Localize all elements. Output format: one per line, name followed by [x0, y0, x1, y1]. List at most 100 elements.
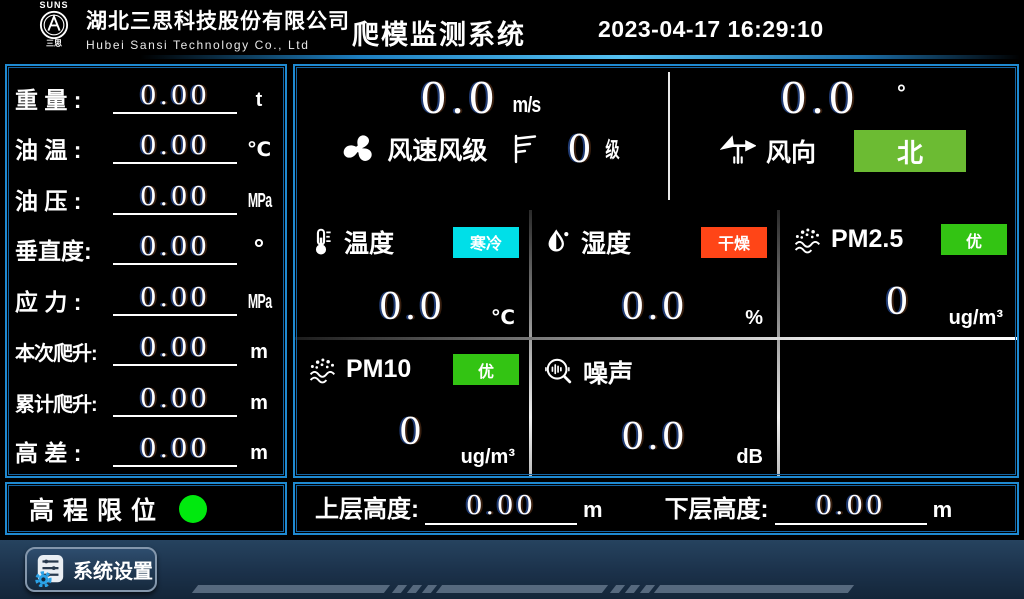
logo-text-bottom: 三思: [26, 40, 82, 48]
particles-icon: [307, 356, 337, 384]
noise-meter-icon: [544, 357, 574, 387]
company-block: 湖北三思科技股份有限公司 Hubei Sansi Technology Co.,…: [86, 5, 350, 52]
upper-height-label: 上层高度:: [315, 498, 419, 525]
wind-level-unit: 级: [605, 134, 619, 164]
company-name-cn: 湖北三思科技股份有限公司: [86, 5, 350, 35]
wind-vane-icon: [720, 134, 756, 168]
upper-height-value: 0.00: [425, 493, 577, 525]
sensor-unit: ℃: [491, 305, 515, 330]
metric-value: 0.00: [113, 83, 237, 114]
wind-direction-value: 0.0: [780, 78, 859, 120]
metric-row-height-diff: 高 差 : 0.00 m: [15, 424, 277, 475]
layer-heights-box: 上层高度: 0.00 m 下层高度: 0.00 m: [293, 482, 1019, 535]
sensor-label: 湿度: [581, 224, 631, 260]
elevation-limit-label: 高程限位: [29, 491, 165, 527]
metric-value: 0.00: [113, 184, 237, 215]
sensor-unit: %: [745, 307, 763, 330]
header-divider: [140, 55, 1020, 59]
metric-unit: MPa: [248, 191, 270, 215]
settings-button-label: 系统设置: [73, 555, 153, 584]
metric-value: 0.00: [113, 133, 237, 164]
lower-height-value: 0.00: [775, 493, 927, 525]
page-title: 爬模监测系统: [352, 13, 526, 52]
metric-unit: t: [241, 90, 277, 114]
sensor-card-empty: [780, 340, 1017, 476]
sensor-card-pm25: PM2.5 优 0 ug/m³: [780, 210, 1017, 337]
sliders-gear-icon: [34, 553, 66, 587]
environment-panel: 0.0 m/s 风速风级: [293, 64, 1019, 478]
sensor-card-pm10: PM10 优 0 ug/m³: [295, 340, 529, 476]
settings-button[interactable]: 系统设置: [25, 547, 157, 592]
metric-row-total-climb: 累计爬升: 0.00 m: [15, 373, 277, 424]
metric-value: 0.00: [113, 285, 237, 316]
metric-unit: m: [241, 443, 277, 467]
metric-label: 本次爬升:: [15, 344, 109, 366]
status-badge: 优: [941, 224, 1007, 255]
metric-label: 油 温 :: [15, 139, 109, 164]
metric-value: 0.00: [113, 436, 237, 467]
droplet-icon: [544, 227, 572, 257]
metric-unit: °: [241, 235, 277, 265]
wind-direction-unit: °: [897, 80, 906, 106]
metric-value: 0.00: [113, 386, 237, 417]
metric-label: 高 差 :: [15, 442, 109, 467]
wind-speed-section: 0.0 m/s 风速风级: [295, 66, 669, 210]
wind-direction-label: 风向: [766, 133, 816, 169]
metric-row-oil-temp: 油 温 : 0.00 ℃: [15, 121, 277, 172]
sensor-label: PM2.5: [831, 225, 903, 254]
wind-level-value: 0: [567, 130, 591, 168]
wind-row: 0.0 m/s 风速风级: [295, 66, 1017, 210]
metric-unit: MPa: [248, 292, 270, 316]
elevation-limit-indicator: [179, 495, 207, 523]
metric-unit: m: [241, 393, 277, 417]
metric-unit: ℃: [241, 140, 277, 164]
wind-speed-unit: m/s: [512, 92, 540, 118]
sensor-card-noise: 噪声 0.0 dB: [532, 340, 777, 476]
wind-section-divider: [668, 72, 670, 200]
upper-height-unit: m: [583, 499, 603, 525]
sensor-value: 0.0: [532, 290, 777, 326]
elevation-limit-box: 高程限位: [5, 482, 287, 535]
upper-height-group: 上层高度: 0.00 m: [315, 493, 603, 525]
logo-text-top: SUNS: [26, 1, 82, 10]
thermometer-icon: [307, 227, 335, 257]
sensor-card-humidity: 湿度 干燥 0.0 %: [532, 210, 777, 337]
lower-height-label: 下层高度:: [665, 498, 769, 525]
wind-direction-section: 0.0 ° 风向 北: [669, 66, 1017, 210]
metric-label: 油 压 :: [15, 190, 109, 215]
company-name-en: Hubei Sansi Technology Co., Ltd: [86, 38, 350, 52]
header: SUNS 三思 湖北三思科技股份有限公司 Hubei Sansi Technol…: [0, 0, 1024, 56]
sensor-label: PM10: [346, 355, 411, 384]
sensor-unit: ug/m³: [949, 307, 1003, 330]
wind-direction-badge: 北: [854, 130, 966, 172]
wind-speed-value: 0.0: [420, 78, 499, 120]
sensor-unit: ug/m³: [461, 446, 515, 469]
fan-icon: [341, 131, 377, 167]
status-badge: 优: [453, 354, 519, 385]
status-badge: 干燥: [701, 227, 767, 258]
sensor-label: 噪声: [583, 354, 633, 390]
particles-icon: [792, 226, 822, 254]
metric-label: 累计爬升:: [15, 395, 109, 417]
metric-value: 0.00: [113, 234, 237, 265]
suns-logo-icon: SUNS 三思: [26, 1, 82, 55]
metric-row-current-climb: 本次爬升: 0.00 m: [15, 323, 277, 374]
metrics-sidebar: 重 量 : 0.00 t 油 温 : 0.00 ℃ 油 压 : 0.00 MPa…: [5, 64, 287, 478]
status-badge: 寒冷: [453, 227, 519, 258]
taskbar: 系统设置: [0, 540, 1024, 599]
metric-row-oil-pressure: 油 压 : 0.00 MPa: [15, 171, 277, 222]
metric-row-weight: 重 量 : 0.00 t: [15, 70, 277, 121]
metric-row-stress: 应 力 : 0.00 MPa: [15, 272, 277, 323]
wind-level-flag-icon: [511, 133, 541, 165]
lower-height-group: 下层高度: 0.00 m: [665, 493, 953, 525]
metric-row-verticality: 垂直度: 0.00 °: [15, 222, 277, 273]
sensor-label: 温度: [344, 224, 394, 260]
sensor-card-temperature: 温度 寒冷 0.0 ℃: [295, 210, 529, 337]
wind-speed-label: 风速风级: [387, 131, 487, 167]
logo-mark-icon: [39, 10, 69, 40]
sensor-unit: dB: [736, 446, 763, 469]
metric-label: 重 量 :: [15, 89, 109, 114]
decorative-stripes: [195, 585, 855, 593]
metric-unit: m: [241, 342, 277, 366]
metric-label: 应 力 :: [15, 291, 109, 316]
